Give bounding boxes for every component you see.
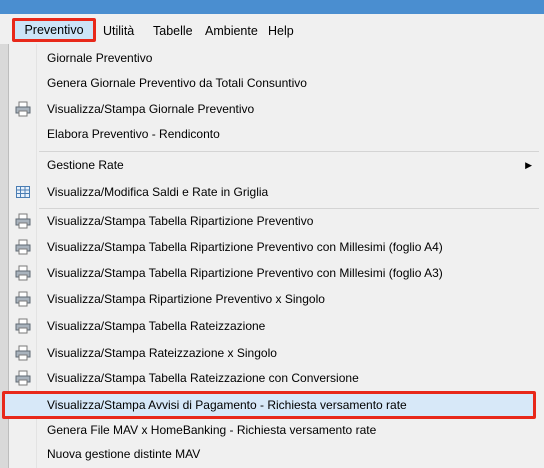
preventivo-dropdown-menu: Giornale Preventivo Genera Giornale Prev… xyxy=(2,44,544,468)
menu-item-giornale-preventivo[interactable]: Giornale Preventivo xyxy=(9,46,544,70)
menu-item-rateizzazione-conversione[interactable]: Visualizza/Stampa Tabella Rateizzazione … xyxy=(9,366,544,390)
menu-item-label: Genera File MAV x HomeBanking - Richiest… xyxy=(47,423,377,437)
menu-item-label: Visualizza/Stampa Tabella Ripartizione P… xyxy=(47,266,443,280)
menu-preventivo-label: Preventivo xyxy=(24,23,84,37)
menu-tabelle[interactable]: Tabelle xyxy=(153,22,193,40)
menu-item-rateizzazione-singolo[interactable]: Visualizza/Stampa Rateizzazione x Singol… xyxy=(9,341,544,365)
menu-item-label: Elabora Preventivo - Rendiconto xyxy=(47,127,220,141)
menu-help[interactable]: Help xyxy=(268,22,294,40)
printer-icon xyxy=(15,101,31,117)
menu-item-elabora-preventivo[interactable]: Elabora Preventivo - Rendiconto xyxy=(9,122,544,146)
printer-icon xyxy=(15,239,31,255)
printer-icon xyxy=(15,291,31,307)
menu-separator xyxy=(39,151,539,152)
menu-ambiente[interactable]: Ambiente xyxy=(205,22,258,40)
menu-item-label: Giornale Preventivo xyxy=(47,51,153,65)
menu-item-gestione-rate[interactable]: Gestione Rate ▶ xyxy=(9,153,544,177)
menu-item-tabella-rateizzazione[interactable]: Visualizza/Stampa Tabella Rateizzazione xyxy=(9,314,544,338)
menu-bar: Preventivo Utilità Tabelle Ambiente Help xyxy=(0,14,544,45)
menu-item-ripartizione-singolo[interactable]: Visualizza/Stampa Ripartizione Preventiv… xyxy=(9,287,544,311)
menu-item-genera-mav[interactable]: Genera File MAV x HomeBanking - Richiest… xyxy=(9,418,544,442)
submenu-arrow-icon: ▶ xyxy=(525,160,532,170)
menu-item-label: Visualizza/Stampa Tabella Ripartizione P… xyxy=(47,240,443,254)
menu-item-label: Genera Giornale Preventivo da Totali Con… xyxy=(47,76,307,90)
menu-item-label: Gestione Rate xyxy=(47,158,124,172)
menu-item-label: Visualizza/Stampa Tabella Rateizzazione xyxy=(47,319,266,333)
menu-item-label: Visualizza/Stampa Ripartizione Preventiv… xyxy=(47,292,325,306)
menu-item-label: Visualizza/Stampa Tabella Ripartizione P… xyxy=(47,214,314,228)
menu-item-avvisi-pagamento[interactable]: Visualizza/Stampa Avvisi di Pagamento - … xyxy=(2,391,544,419)
window-title-strip xyxy=(0,0,544,14)
menu-item-ripartizione-a3[interactable]: Visualizza/Stampa Tabella Ripartizione P… xyxy=(9,261,544,285)
menu-item-label: Visualizza/Modifica Saldi e Rate in Grig… xyxy=(47,185,269,199)
menu-item-stampa-giornale[interactable]: Visualizza/Stampa Giornale Preventivo xyxy=(9,97,544,121)
menu-item-label: Visualizza/Stampa Rateizzazione x Singol… xyxy=(47,346,277,360)
printer-icon xyxy=(15,265,31,281)
menu-item-genera-giornale[interactable]: Genera Giornale Preventivo da Totali Con… xyxy=(9,71,544,95)
menu-item-ripartizione-a4[interactable]: Visualizza/Stampa Tabella Ripartizione P… xyxy=(9,235,544,259)
menu-item-distinte-mav[interactable]: Nuova gestione distinte MAV xyxy=(9,442,544,466)
menu-utilita[interactable]: Utilità xyxy=(103,22,134,40)
printer-icon xyxy=(15,213,31,229)
menu-item-label: Visualizza/Stampa Avvisi di Pagamento - … xyxy=(47,398,407,412)
printer-icon xyxy=(15,345,31,361)
menu-item-label: Visualizza/Stampa Giornale Preventivo xyxy=(47,102,255,116)
printer-icon xyxy=(15,370,31,386)
menu-item-tabella-ripartizione[interactable]: Visualizza/Stampa Tabella Ripartizione P… xyxy=(9,209,544,233)
menu-item-label: Visualizza/Stampa Tabella Rateizzazione … xyxy=(47,371,359,385)
menu-preventivo[interactable]: Preventivo xyxy=(12,18,96,42)
menu-item-saldi-rate-griglia[interactable]: Visualizza/Modifica Saldi e Rate in Grig… xyxy=(9,180,544,204)
menu-item-label: Nuova gestione distinte MAV xyxy=(47,447,201,461)
grid-icon xyxy=(16,186,30,198)
printer-icon xyxy=(15,318,31,334)
